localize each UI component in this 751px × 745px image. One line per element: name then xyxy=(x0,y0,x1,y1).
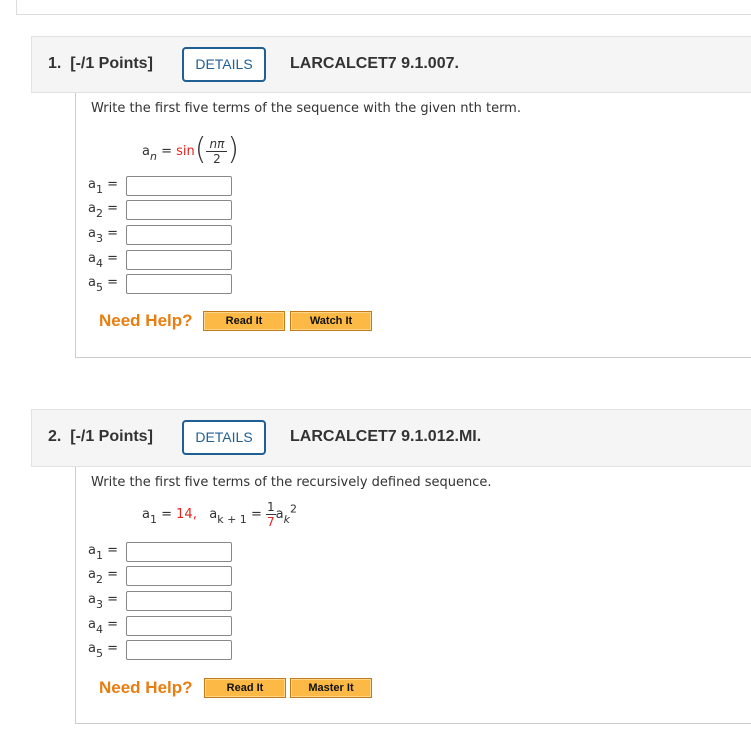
question-id: LARCALCET7 9.1.007. xyxy=(290,55,459,72)
master-it-button[interactable]: Master It xyxy=(290,678,372,698)
question-1-header: 1. [-/1 Points] DETAILS LARCALCET7 9.1.0… xyxy=(31,36,751,93)
answer-input-a5[interactable] xyxy=(126,640,232,660)
answer-input-a5[interactable] xyxy=(126,274,232,294)
term-label-a3: a3 = xyxy=(88,226,118,245)
need-help-label: Need Help? xyxy=(99,678,193,697)
term-label-a5: a5 = xyxy=(88,641,118,660)
term-label-a4: a4 = xyxy=(88,617,118,636)
previous-section xyxy=(16,0,751,15)
answer-input-a2[interactable] xyxy=(126,566,232,586)
answer-input-a3[interactable] xyxy=(126,591,232,611)
answer-input-a2[interactable] xyxy=(126,200,232,220)
term-label-a4: a4 = xyxy=(88,251,118,270)
answer-input-a1[interactable] xyxy=(126,542,232,562)
question-1-body: Write the first five terms of the sequen… xyxy=(75,93,751,358)
answer-input-a4[interactable] xyxy=(126,616,232,636)
question-number-points: 1. [-/1 Points] xyxy=(48,55,153,72)
term-label-a2: a2 = xyxy=(88,201,118,220)
question-2-header: 2. [-/1 Points] DETAILS LARCALCET7 9.1.0… xyxy=(31,409,751,467)
question-prompt: Write the first five terms of the recurs… xyxy=(91,475,492,490)
term-label-a1: a1 = xyxy=(88,177,118,196)
watch-it-button[interactable]: Watch It xyxy=(290,311,372,331)
question-number-points: 2. [-/1 Points] xyxy=(48,428,153,445)
need-help-label: Need Help? xyxy=(99,311,193,330)
term-label-a1: a1 = xyxy=(88,543,118,562)
term-label-a3: a3 = xyxy=(88,592,118,611)
details-button[interactable]: DETAILS xyxy=(182,420,266,455)
answer-input-a1[interactable] xyxy=(126,176,232,196)
formula: a1 = 14, ak + 1 = 1 7 ak2 xyxy=(142,500,297,529)
answer-input-a3[interactable] xyxy=(126,225,232,245)
formula: an = sin(nπ 2) xyxy=(142,132,240,167)
question-prompt: Write the first five terms of the sequen… xyxy=(91,101,521,116)
answer-input-a4[interactable] xyxy=(126,250,232,270)
term-label-a5: a5 = xyxy=(88,275,118,294)
term-label-a2: a2 = xyxy=(88,567,118,586)
details-button[interactable]: DETAILS xyxy=(182,47,266,82)
question-2-body: Write the first five terms of the recurs… xyxy=(75,467,751,724)
read-it-button[interactable]: Read It xyxy=(203,311,285,331)
question-id: LARCALCET7 9.1.012.MI. xyxy=(290,428,482,445)
read-it-button[interactable]: Read It xyxy=(204,678,286,698)
